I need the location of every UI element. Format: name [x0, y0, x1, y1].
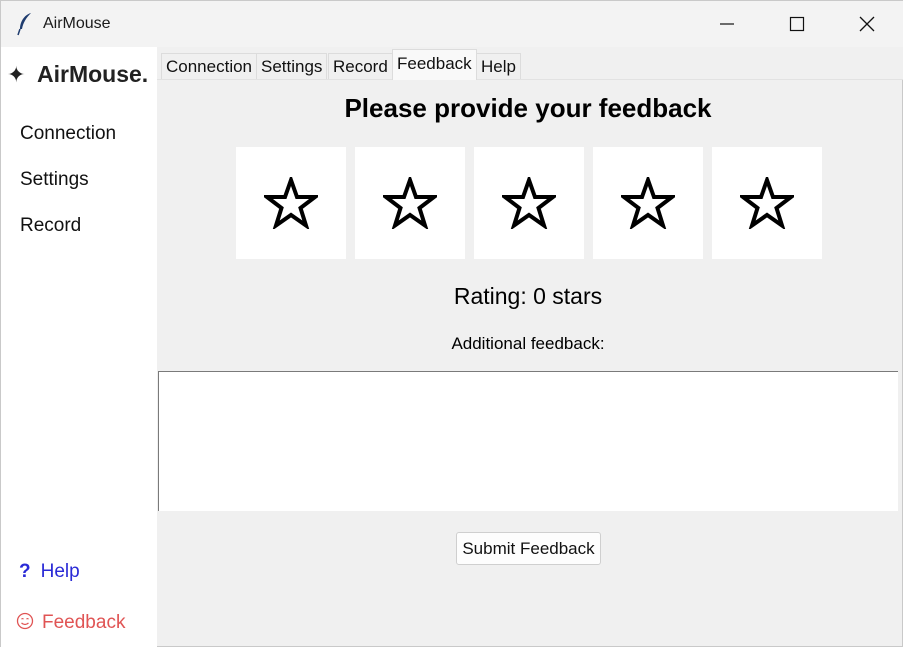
star-button-1[interactable] [236, 147, 346, 259]
brand-name: AirMouse. [37, 61, 149, 87]
star-outline-icon [740, 177, 794, 229]
minimize-icon [720, 23, 734, 25]
star-button-5[interactable] [712, 147, 822, 259]
submit-feedback-button[interactable]: Submit Feedback [456, 532, 601, 565]
star-button-3[interactable] [474, 147, 584, 259]
tab-settings[interactable]: Settings [256, 53, 328, 79]
tab-feedback[interactable]: Feedback [392, 49, 477, 80]
maximize-button[interactable] [774, 1, 820, 47]
maximize-icon [789, 16, 805, 32]
app-window: AirMouse ✦ AirMouse. Connection Settings … [0, 0, 903, 647]
sidebar-item-help[interactable]: ? Help [19, 561, 80, 583]
feedback-panel: Please provide your feedback Rating: 0 s… [157, 81, 903, 647]
sidebar-item-connection[interactable]: Connection [20, 123, 116, 145]
tab-connection[interactable]: Connection [161, 53, 258, 79]
star-button-4[interactable] [593, 147, 703, 259]
star-outline-icon [264, 177, 318, 229]
star-outline-icon [621, 177, 675, 229]
close-button[interactable] [844, 1, 890, 47]
tab-help[interactable]: Help [476, 53, 521, 79]
sidebar-help-label: Help [40, 561, 80, 582]
window-title: AirMouse [43, 15, 111, 32]
smile-icon [16, 612, 36, 633]
feather-icon [17, 12, 33, 36]
minimize-button[interactable] [704, 1, 750, 47]
star-button-2[interactable] [355, 147, 465, 259]
sidebar: ✦ AirMouse. Connection Settings Record ? H… [1, 47, 157, 647]
sidebar-item-settings[interactable]: Settings [20, 169, 89, 191]
title-bar[interactable]: AirMouse [1, 1, 903, 47]
star-outline-icon [502, 177, 556, 229]
brand: ✦ AirMouse. [7, 61, 148, 88]
tab-bar: Connection Settings Record Feedback Help [157, 47, 903, 80]
page-title: Please provide your feedback [344, 93, 712, 123]
sidebar-item-feedback[interactable]: Feedback [16, 612, 125, 634]
rating-text: Rating: 0 stars [453, 283, 603, 309]
question-icon: ? [19, 561, 31, 582]
sidebar-item-record[interactable]: Record [20, 215, 81, 237]
additional-feedback-label: Additional feedback: [451, 334, 605, 353]
tab-record[interactable]: Record [328, 53, 393, 79]
feedback-textarea[interactable] [158, 371, 898, 511]
star-outline-icon [383, 177, 437, 229]
close-icon [859, 16, 875, 32]
sidebar-feedback-label: Feedback [42, 612, 126, 633]
sparkle-icon: ✦ [7, 62, 26, 87]
